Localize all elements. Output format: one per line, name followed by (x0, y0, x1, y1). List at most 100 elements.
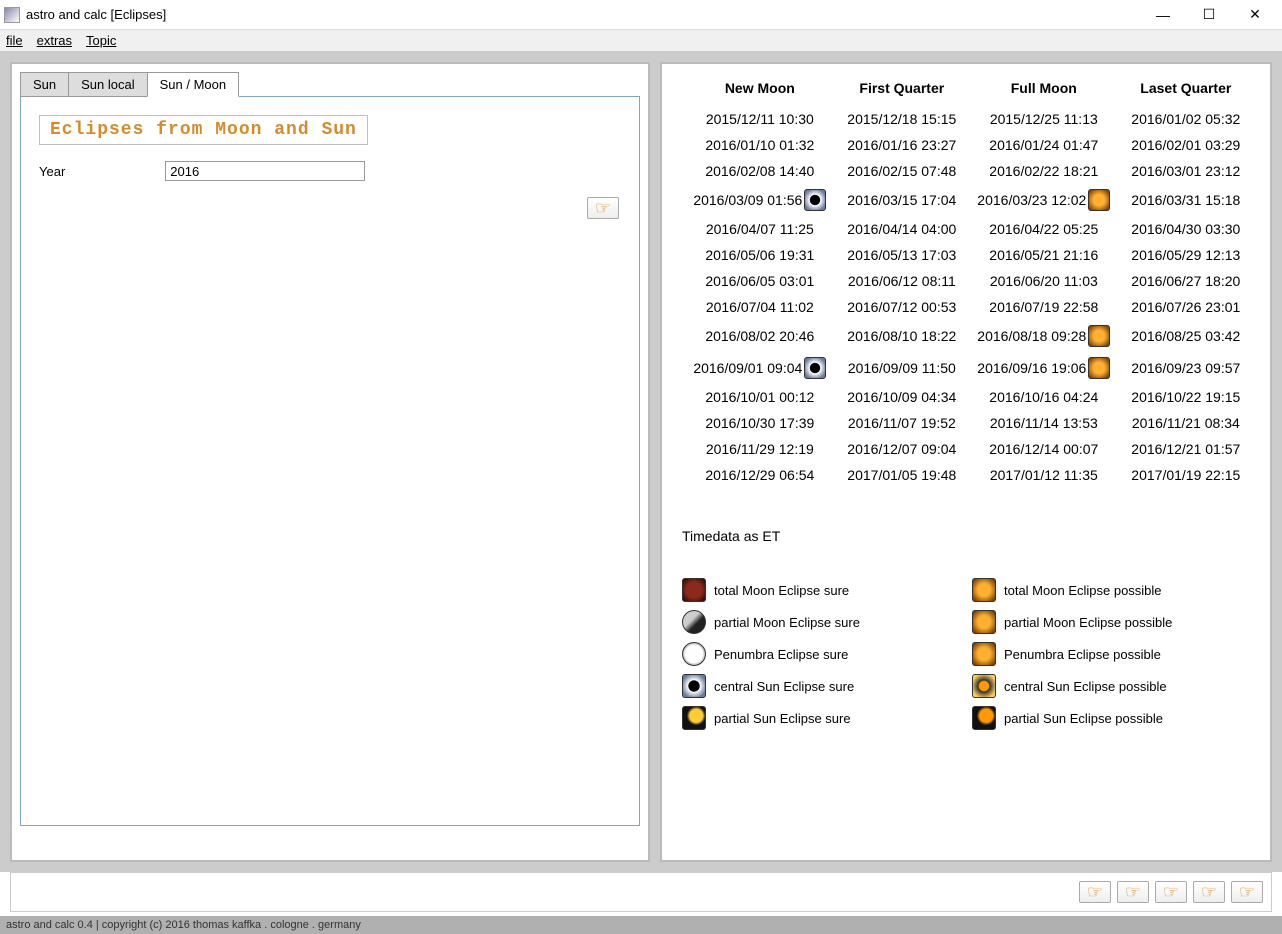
legend-label: Penumbra Eclipse possible (1004, 647, 1161, 662)
cell-datetime: 2016/11/29 12:19 (706, 441, 814, 457)
menubar: file extras Topic (0, 30, 1282, 52)
content-area: Sun Sun local Sun / Moon Eclipses from M… (0, 52, 1282, 872)
close-button[interactable]: ✕ (1232, 1, 1278, 29)
minimize-button[interactable]: — (1140, 1, 1186, 29)
cell-datetime: 2016/11/07 19:52 (848, 415, 956, 431)
table-cell: 2016/03/01 23:12 (1122, 158, 1250, 184)
moon-possible-icon (1088, 325, 1110, 347)
cell-datetime: 2016/08/10 18:22 (847, 328, 956, 344)
toolbar-button-2[interactable] (1117, 881, 1149, 903)
legend-label: Penumbra Eclipse sure (714, 647, 848, 662)
cell-datetime: 2016/04/07 11:25 (706, 221, 814, 237)
cell-datetime: 2016/01/16 23:27 (847, 137, 956, 153)
bottom-toolbar (10, 872, 1272, 912)
table-cell: 2016/03/15 17:04 (838, 184, 966, 216)
table-cell: 2016/12/21 01:57 (1122, 436, 1250, 462)
cell-datetime: 2016/02/08 14:40 (705, 163, 814, 179)
table-cell: 2016/07/04 11:02 (682, 294, 838, 320)
table-cell: 2016/06/12 08:11 (838, 268, 966, 294)
cell-datetime: 2016/03/23 12:02 (977, 192, 1086, 208)
legend-row: partial Sun Eclipse surepartial Sun Ecli… (682, 706, 1250, 730)
table-cell: 2017/01/05 19:48 (838, 462, 966, 488)
table-cell: 2016/12/29 06:54 (682, 462, 838, 488)
table-cell: 2016/01/02 05:32 (1122, 106, 1250, 132)
table-cell: 2016/05/21 21:16 (966, 242, 1122, 268)
compute-button[interactable] (587, 197, 619, 219)
year-input[interactable] (165, 161, 365, 181)
menu-extras[interactable]: extras (37, 33, 72, 48)
table-cell: 2016/02/15 07:48 (838, 158, 966, 184)
cell-datetime: 2016/09/16 19:06 (977, 360, 1086, 376)
maximize-button[interactable]: ☐ (1186, 1, 1232, 29)
timedata-note: Timedata as ET (682, 528, 1250, 544)
sun-central-icon (804, 357, 826, 379)
legend-item: partial Moon Eclipse sure (682, 610, 942, 634)
legend-row: total Moon Eclipse suretotal Moon Eclips… (682, 578, 1250, 602)
table-row: 2016/11/29 12:19 2016/12/07 09:04 2016/12/… (682, 436, 1250, 462)
cell-datetime: 2016/07/19 22:58 (989, 299, 1098, 315)
cell-datetime: 2016/02/01 03:29 (1131, 137, 1240, 153)
cell-datetime: 2016/11/21 08:34 (1132, 415, 1240, 431)
cell-datetime: 2016/09/01 09:04 (693, 360, 802, 376)
table-cell: 2015/12/11 10:30 (682, 106, 838, 132)
table-cell: 2016/11/21 08:34 (1122, 410, 1250, 436)
menu-file[interactable]: file (6, 33, 23, 48)
menu-topic[interactable]: Topic (86, 33, 116, 48)
legend: total Moon Eclipse suretotal Moon Eclips… (682, 578, 1250, 738)
table-cell: 2016/02/08 14:40 (682, 158, 838, 184)
table-cell: 2016/10/22 19:15 (1122, 384, 1250, 410)
tab-sun-moon[interactable]: Sun / Moon (147, 72, 240, 97)
col-last-quarter: Laset Quarter (1122, 80, 1250, 106)
pointing-hand-icon (595, 198, 611, 219)
legend-row: partial Moon Eclipse sure partial Moon Ec… (682, 610, 1250, 634)
cell-datetime: 2016/08/02 20:46 (705, 328, 814, 344)
legend-label: partial Moon Eclipse possible (1004, 615, 1172, 630)
cell-datetime: 2015/12/11 10:30 (706, 111, 814, 127)
table-cell: 2016/09/23 09:57 (1122, 352, 1250, 384)
table-cell: 2016/04/22 05:25 (966, 216, 1122, 242)
table-cell: 2016/05/29 12:13 (1122, 242, 1250, 268)
pointing-hand-icon (1125, 882, 1141, 903)
sun-central-poss-icon (972, 674, 996, 698)
table-cell: 2016/02/22 18:21 (966, 158, 1122, 184)
statusbar: astro and calc 0.4 | copyright (c) 2016 … (0, 916, 1282, 934)
table-row: 2016/08/02 20:46 2016/08/10 18:22 2016/08/… (682, 320, 1250, 352)
cell-datetime: 2016/01/02 05:32 (1131, 111, 1240, 127)
legend-item: Penumbra Eclipse possible (972, 642, 1232, 666)
col-new-moon: New Moon (682, 80, 838, 106)
cell-datetime: 2016/04/22 05:25 (989, 221, 1098, 237)
tab-sun[interactable]: Sun (20, 72, 69, 97)
moon-total-icon (682, 578, 706, 602)
table-cell: 2016/10/16 04:24 (966, 384, 1122, 410)
table-cell: 2016/12/07 09:04 (838, 436, 966, 462)
table-cell: 2015/12/25 11:13 (966, 106, 1122, 132)
legend-label: central Sun Eclipse sure (714, 679, 854, 694)
cell-datetime: 2016/04/30 03:30 (1131, 221, 1240, 237)
table-row: 2016/06/05 03:012016/06/12 08:11 2016/06/… (682, 268, 1250, 294)
cell-datetime: 2016/04/14 04:00 (847, 221, 956, 237)
toolbar-button-5[interactable] (1231, 881, 1263, 903)
legend-item: partial Sun Eclipse sure (682, 706, 942, 730)
legend-label: partial Moon Eclipse sure (714, 615, 860, 630)
table-row: 2016/09/01 09:042016/09/09 11:502016/09/… (682, 352, 1250, 384)
cell-datetime: 2017/01/19 22:15 (1131, 467, 1240, 483)
tab-sun-local[interactable]: Sun local (68, 72, 147, 97)
year-label: Year (39, 164, 65, 179)
toolbar-button-1[interactable] (1079, 881, 1111, 903)
table-cell: 2016/10/09 04:34 (838, 384, 966, 410)
cell-datetime: 2015/12/25 11:13 (990, 111, 1098, 127)
table-cell: 2016/04/30 03:30 (1122, 216, 1250, 242)
table-cell: 2016/06/05 03:01 (682, 268, 838, 294)
toolbar-button-4[interactable] (1193, 881, 1225, 903)
table-cell: 2016/06/27 18:20 (1122, 268, 1250, 294)
table-cell: 2016/01/16 23:27 (838, 132, 966, 158)
toolbar-button-3[interactable] (1155, 881, 1187, 903)
pointing-hand-icon (1239, 882, 1255, 903)
table-cell: 2016/08/18 09:28 (966, 320, 1122, 352)
right-panel: New Moon First Quarter Full Moon Laset Q… (660, 62, 1272, 862)
titlebar: astro and calc [Eclipses] — ☐ ✕ (0, 0, 1282, 30)
cell-datetime: 2016/06/27 18:20 (1131, 273, 1240, 289)
cell-datetime: 2016/10/09 04:34 (847, 389, 956, 405)
window-title: astro and calc [Eclipses] (26, 7, 1140, 22)
table-cell: 2016/05/06 19:31 (682, 242, 838, 268)
